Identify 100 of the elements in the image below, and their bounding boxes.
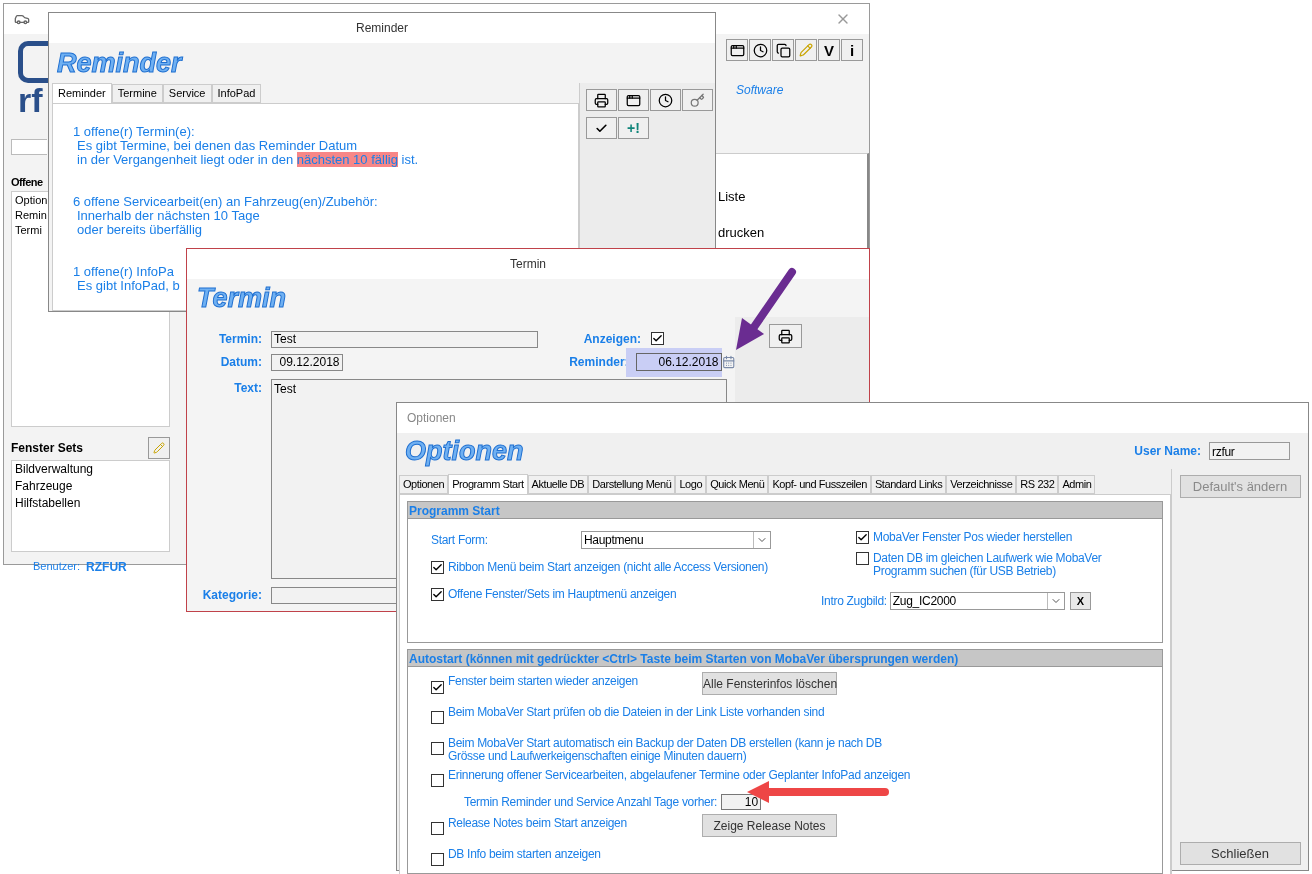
tab[interactable]: Reminder: [52, 83, 112, 104]
tab[interactable]: Termine: [111, 84, 163, 103]
pencil-icon[interactable]: [148, 436, 170, 459]
printer-icon[interactable]: [586, 89, 617, 111]
windows-icon[interactable]: [772, 39, 794, 61]
clear-button[interactable]: X: [1069, 592, 1091, 610]
checkbox-label: MobaVer Fenster Pos wieder herstellen: [873, 531, 1073, 544]
tab[interactable]: Logo: [675, 475, 707, 494]
field-label: Datum:: [219, 354, 262, 371]
toolbar-button[interactable]: i: [841, 39, 863, 61]
checkbox[interactable]: [856, 531, 869, 544]
checkbox[interactable]: [431, 742, 444, 755]
check-icon[interactable]: [586, 117, 617, 139]
input-field[interactable]: [271, 586, 396, 604]
list-item[interactable]: Termi: [15, 222, 42, 238]
user-label: Benutzer:: [33, 559, 81, 575]
tab[interactable]: Quick Menü: [706, 475, 769, 494]
tab[interactable]: Kopf- und Fusszeilen: [768, 475, 871, 494]
tab[interactable]: Admin: [1058, 475, 1096, 494]
checkbox[interactable]: [431, 560, 444, 574]
section-title: Autostart (können mit gedrückter <Ctrl> Taste beim Starten von MobaVer übersprungen werden): [408, 650, 1162, 667]
input-field[interactable]: Test: [271, 330, 538, 348]
message-text: Innerhalb der nächsten 10 Tage: [77, 209, 260, 223]
field-label: User Name:: [1134, 443, 1201, 460]
list-item[interactable]: Bildverwaltung: [15, 460, 169, 478]
window-heading: Termin: [197, 284, 286, 312]
list-item[interactable]: Remin: [15, 207, 47, 223]
checkbox[interactable]: [431, 711, 444, 724]
checkbox-label: Daten DB im gleichen Laufwerk wie MobaVer Programm suchen (für USB Betrieb): [873, 552, 1103, 578]
menu-item[interactable]: Liste: [718, 187, 746, 207]
menu-item[interactable]: drucken: [718, 222, 765, 242]
window-heading: Reminder: [57, 49, 182, 77]
checkbox-label: Beim MobaVer Start automatisch ein Backup der Daten DB erstellen (kann je nach DB Grösse und Laufwerkeigenschaften einige Minuten dauern): [448, 735, 883, 763]
list-item[interactable]: Hilfstabellen: [15, 494, 169, 512]
tab[interactable]: InfoPad: [211, 84, 262, 103]
printer-icon[interactable]: [769, 324, 802, 348]
input-field[interactable]: rzfur: [1209, 442, 1290, 460]
checkbox-label: Erinnerung offener Servicearbeiten, abgelaufener Termine oder Geplanter InfoPad anzeigen: [448, 767, 911, 782]
checkbox[interactable]: [431, 587, 444, 601]
field-label: Anzeigen:: [582, 331, 641, 348]
section-title: Offene: [11, 175, 44, 190]
clock-icon[interactable]: [650, 89, 681, 111]
dropdown[interactable]: Zug_IC2000: [889, 592, 1065, 610]
dropdown[interactable]: Hauptmenu: [581, 531, 771, 549]
checkbox[interactable]: [431, 822, 444, 835]
tab[interactable]: RS 232: [1016, 475, 1059, 494]
message-heading: 1 offene(r) InfoPa: [73, 265, 174, 279]
checkbox-label: Ribbon Menü beim Start anzeigen (nicht alle Access Versionen): [448, 559, 768, 576]
checkbox[interactable]: [856, 552, 869, 565]
list-item[interactable]: Option: [15, 192, 48, 208]
window-icon[interactable]: [618, 89, 649, 111]
checkbox[interactable]: [431, 681, 444, 694]
window-title: Reminder: [356, 20, 408, 37]
tab[interactable]: Verzeichnisse: [946, 475, 1017, 494]
clock-icon[interactable]: [749, 39, 771, 61]
key-icon[interactable]: [682, 89, 713, 111]
checkbox-label: Fenster beim starten wieder anzeigen: [448, 673, 639, 688]
field-label: Termin:: [217, 331, 262, 348]
window-title: Optionen: [407, 410, 456, 427]
checkbox-label: Beim MobaVer Start prüfen ob die Dateien in der Link Liste vorhanden sind: [448, 704, 825, 719]
section-title: Fenster Sets: [11, 439, 84, 457]
search-field[interactable]: [11, 139, 47, 155]
checkbox-label: DB Info beim starten anzeigen: [448, 846, 601, 861]
checkbox[interactable]: [431, 774, 444, 787]
tagline: Software: [736, 82, 784, 99]
list-item[interactable]: Fahrzeuge: [15, 477, 169, 495]
action-button[interactable]: Alle Fensterinfos löschen: [702, 672, 837, 695]
checkbox[interactable]: [431, 853, 444, 866]
input-field[interactable]: 09.12.2018: [271, 353, 343, 371]
message-text: oder bereits überfällig: [77, 223, 203, 237]
message-text: Es gibt InfoPad, b: [77, 279, 180, 293]
tab[interactable]: Programm Start: [448, 474, 528, 495]
number-field[interactable]: 10: [721, 794, 762, 810]
checkbox[interactable]: [651, 332, 664, 345]
tab[interactable]: Darstellung Menü: [588, 475, 676, 494]
message-text: in der Vergangenheit liegt oder in den nächsten 10 fällig ist.: [77, 153, 419, 167]
message-heading: 1 offene(r) Termin(e):: [73, 125, 195, 139]
field-label: Start Form:: [431, 532, 489, 549]
window-title: Termin: [510, 256, 546, 273]
add-button[interactable]: +!: [618, 117, 649, 139]
message-text: Es gibt Termine, bei denen das Reminder Datum: [77, 139, 358, 153]
tab[interactable]: Aktuelle DB: [527, 475, 589, 494]
checkbox-label: Release Notes beim Start anzeigen: [448, 815, 628, 830]
tab[interactable]: Optionen: [399, 475, 449, 494]
field-label: Intro Zugbild:: [821, 593, 887, 610]
section-title: Programm Start: [408, 502, 1162, 519]
message-heading: 6 offene Servicearbeit(en) an Fahrzeug(en)/Zubehör:: [73, 195, 378, 209]
checkbox-label: Offene Fenster/Sets im Hauptmenü anzeigen: [448, 586, 677, 603]
action-button[interactable]: Zeige Release Notes: [702, 814, 837, 837]
window-heading: Optionen: [405, 437, 524, 465]
field-label: Termin Reminder und Service Anzahl Tage vorher:: [464, 794, 718, 811]
toolbar-button[interactable]: V: [818, 39, 840, 61]
tab[interactable]: Service: [162, 84, 212, 103]
field-label: Kategorie:: [201, 587, 262, 604]
user-value: RZFUR: [86, 558, 127, 576]
reminder-field[interactable]: 06.12.2018: [625, 347, 722, 377]
field-label: Text:: [233, 380, 262, 397]
side-button[interactable]: Schließen: [1179, 842, 1301, 865]
logo-text: rf: [18, 83, 44, 117]
tab[interactable]: Standard Links: [870, 475, 947, 494]
